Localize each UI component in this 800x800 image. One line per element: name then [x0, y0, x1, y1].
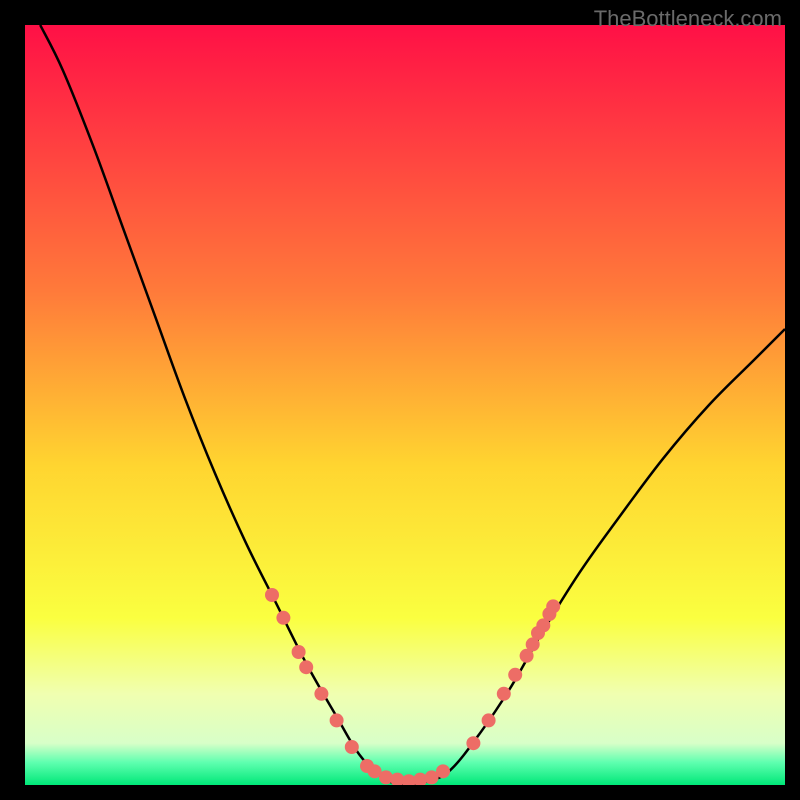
chart-plot-area	[25, 25, 785, 785]
data-point	[482, 713, 496, 727]
data-point	[299, 660, 313, 674]
data-point	[345, 740, 359, 754]
data-point	[508, 668, 522, 682]
data-point	[497, 687, 511, 701]
chart-svg	[25, 25, 785, 785]
data-point	[292, 645, 306, 659]
data-point	[546, 599, 560, 613]
data-point	[276, 611, 290, 625]
data-point	[466, 736, 480, 750]
data-point	[265, 588, 279, 602]
data-point	[436, 764, 450, 778]
watermark-text: TheBottleneck.com	[594, 6, 782, 32]
data-point	[330, 713, 344, 727]
data-point	[314, 687, 328, 701]
gradient-background	[25, 25, 785, 785]
